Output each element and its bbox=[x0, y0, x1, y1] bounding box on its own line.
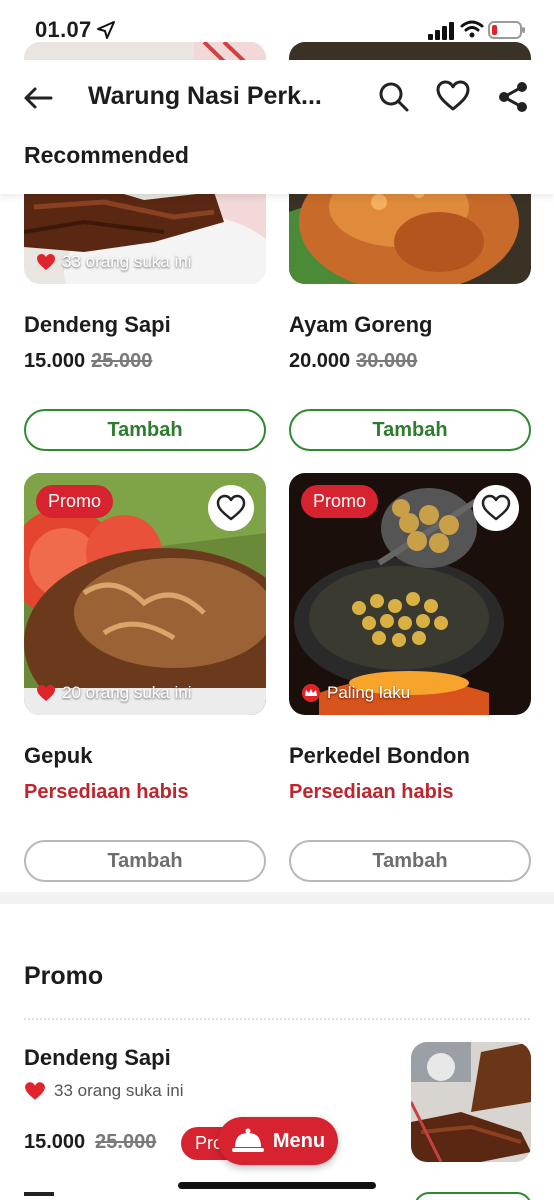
heart-icon bbox=[481, 494, 511, 521]
menu-button[interactable]: Menu bbox=[218, 1117, 338, 1165]
section-divider bbox=[0, 892, 554, 904]
cloche-icon bbox=[231, 1128, 264, 1152]
share-icon[interactable] bbox=[496, 80, 530, 114]
product-name: Perkedel Bondon bbox=[289, 743, 470, 768]
heart-filled-icon bbox=[37, 254, 55, 270]
product-price: 15.000 bbox=[24, 1131, 86, 1153]
likes-caption: 20 orang suka ini bbox=[36, 683, 191, 703]
price-row: 20.000 30.000 bbox=[289, 350, 531, 373]
product-image: Promo 20 orang suka ini bbox=[24, 473, 266, 715]
location-arrow-icon bbox=[97, 21, 115, 39]
favorite-button[interactable] bbox=[473, 485, 519, 531]
section-title-recommended: Recommended bbox=[24, 142, 189, 168]
bestseller-caption: Paling laku bbox=[301, 683, 410, 703]
likes-caption: 33 orang suka ini bbox=[36, 252, 191, 272]
promo-tag: Promo bbox=[36, 485, 114, 518]
product-image: Promo Paling laku bbox=[289, 473, 531, 715]
product-name: Dendeng Sapi bbox=[24, 1045, 171, 1070]
product-price: 20.000 bbox=[289, 350, 351, 372]
heart-filled-icon bbox=[37, 685, 55, 701]
cellular-signal-icon bbox=[428, 22, 454, 40]
search-icon[interactable] bbox=[377, 80, 411, 114]
heart-icon bbox=[216, 494, 246, 521]
home-indicator bbox=[178, 1182, 376, 1189]
add-button[interactable]: Tambah bbox=[24, 409, 266, 451]
product-price: 15.000 bbox=[24, 350, 86, 372]
heart-filled-icon bbox=[25, 1082, 45, 1100]
page-title: Warung Nasi Perk... bbox=[88, 82, 322, 110]
app-header: Warung Nasi Perk... Recommended bbox=[0, 60, 554, 194]
stock-status: Persediaan habis bbox=[24, 781, 189, 803]
add-button-peek[interactable] bbox=[414, 1192, 532, 1200]
wifi-icon bbox=[460, 20, 484, 38]
add-button[interactable]: Tambah bbox=[289, 840, 531, 882]
dotted-divider bbox=[24, 1018, 530, 1020]
stock-status: Persediaan habis bbox=[289, 781, 454, 803]
product-old-price: 25.000 bbox=[95, 1131, 157, 1153]
back-button[interactable] bbox=[22, 82, 54, 114]
product-card[interactable]: Promo Paling laku Perkedel Bondon Persed… bbox=[289, 473, 531, 882]
status-time: 01.07 bbox=[35, 17, 92, 42]
battery-icon bbox=[488, 21, 525, 39]
add-button[interactable]: Tambah bbox=[289, 409, 531, 451]
product-old-price: 25.000 bbox=[91, 350, 153, 372]
promo-tag: Promo bbox=[301, 485, 379, 518]
product-name: Gepuk bbox=[24, 743, 93, 768]
section-title-promo: Promo bbox=[24, 962, 104, 990]
crown-icon bbox=[302, 684, 320, 702]
product-name: Dendeng Sapi bbox=[24, 312, 171, 337]
product-old-price: 30.000 bbox=[356, 350, 418, 372]
next-item-peek bbox=[24, 1192, 54, 1200]
product-card[interactable]: Promo 20 orang suka ini Gepuk Persediaan… bbox=[24, 473, 266, 882]
back-arrow-icon bbox=[24, 87, 53, 109]
favorite-button[interactable] bbox=[208, 485, 254, 531]
heart-icon[interactable] bbox=[435, 78, 471, 114]
price-row: 15.000 25.000 bbox=[24, 350, 266, 373]
add-button[interactable]: Tambah bbox=[24, 840, 266, 882]
product-thumbnail bbox=[411, 1042, 531, 1162]
likes-caption: 33 orang suka ini bbox=[24, 1081, 183, 1101]
product-name: Ayam Goreng bbox=[289, 312, 433, 337]
price-row: 15.000 25.000 bbox=[24, 1131, 156, 1154]
